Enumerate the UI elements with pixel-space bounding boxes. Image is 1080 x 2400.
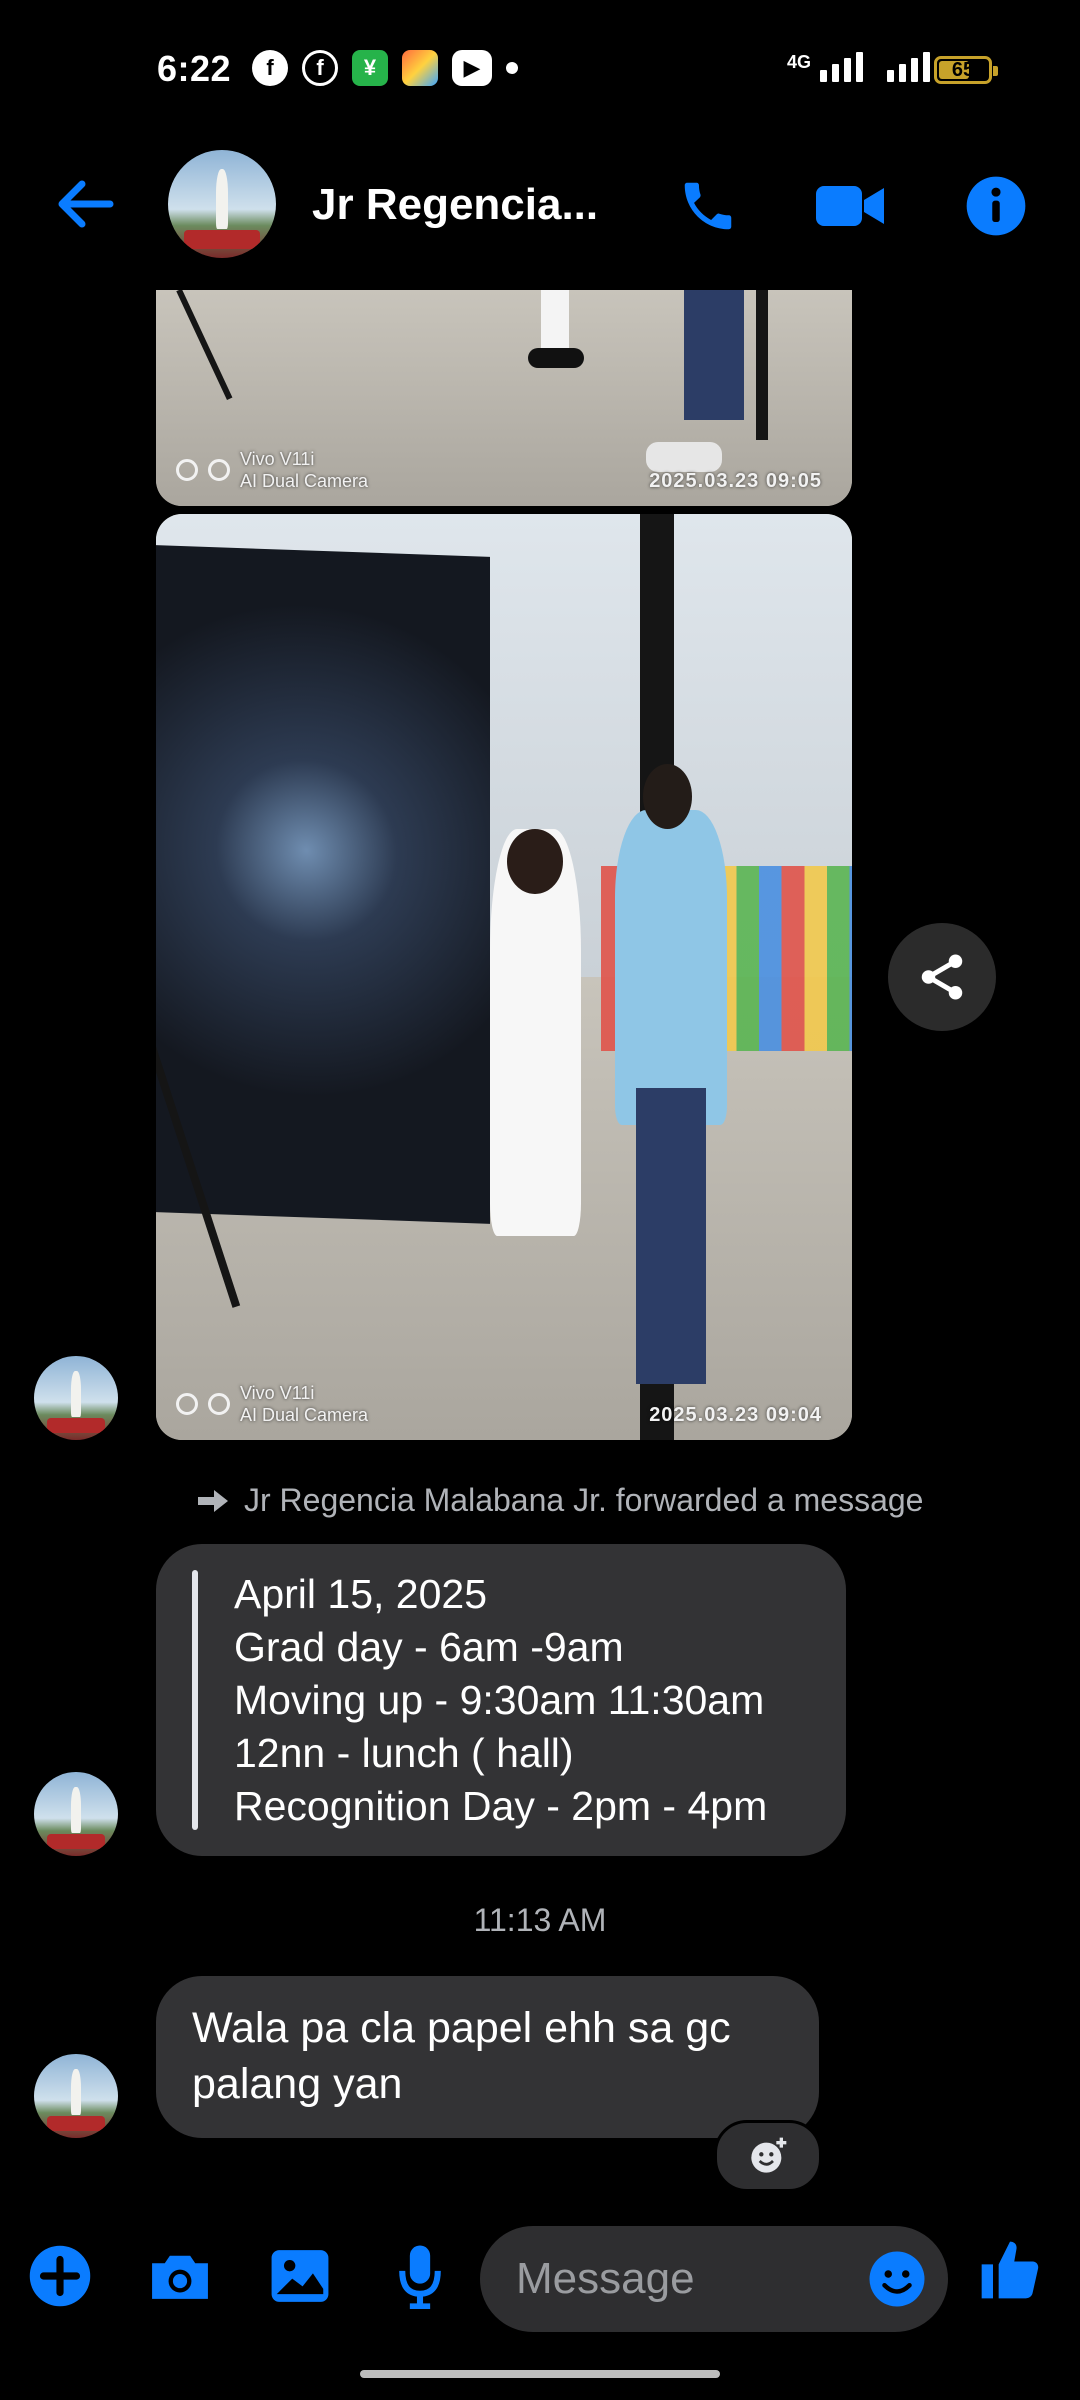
forwarded-line: Recognition Day - 2pm - 4pm bbox=[234, 1783, 768, 1829]
camera-button[interactable] bbox=[144, 2240, 216, 2312]
info-icon bbox=[966, 176, 1026, 236]
photo-2-camera-type: AI Dual Camera bbox=[240, 1405, 369, 1425]
battery-indicator: 65 bbox=[934, 56, 998, 84]
gallery-button[interactable] bbox=[264, 2240, 336, 2312]
video-call-button[interactable] bbox=[812, 168, 888, 244]
youtube-icon: ▶ bbox=[452, 50, 492, 86]
thumbs-up-icon bbox=[981, 2241, 1039, 2299]
add-reaction-button[interactable] bbox=[714, 2120, 822, 2192]
photo-message-1[interactable]: Vivo V11i AI Dual Camera 2025.03.23 09:05 bbox=[156, 290, 852, 506]
photo-2-camera-watermark: Vivo V11i AI Dual Camera bbox=[176, 1382, 368, 1426]
forwarded-line: 12nn - lunch ( hall) bbox=[234, 1730, 574, 1776]
network-indicator: 4G bbox=[787, 52, 930, 82]
conversation-title[interactable]: Jr Regencia... bbox=[312, 180, 598, 230]
photo-message-2[interactable]: Vivo V11i AI Dual Camera 2025.03.23 09:04 bbox=[156, 514, 852, 1440]
more-notifications-dot bbox=[506, 62, 518, 74]
plus-icon bbox=[29, 2245, 91, 2307]
message-input[interactable]: Message bbox=[480, 2226, 948, 2332]
photo-1-camera-model: Vivo V11i bbox=[240, 449, 315, 469]
camera-icon bbox=[152, 2255, 208, 2299]
forwarded-note: Jr Regencia Malabana Jr. forwarded a mes… bbox=[196, 1482, 923, 1519]
add-emoji-icon bbox=[751, 2137, 787, 2173]
message-input-placeholder: Message bbox=[516, 2254, 695, 2303]
back-arrow-icon bbox=[58, 180, 114, 228]
microphone-icon bbox=[399, 2245, 441, 2309]
photo-1-datetime: 2025.03.23 09:05 bbox=[649, 470, 822, 492]
photo-2-datetime: 2025.03.23 09:04 bbox=[649, 1404, 822, 1426]
share-button[interactable] bbox=[888, 923, 996, 1031]
header-avatar[interactable] bbox=[168, 150, 276, 258]
photo-1-camera-type: AI Dual Camera bbox=[240, 471, 369, 491]
home-indicator[interactable] bbox=[360, 2370, 720, 2378]
shopping-app-icon: ¥ bbox=[352, 50, 388, 86]
forwarded-line: Grad day - 6am -9am bbox=[234, 1624, 624, 1670]
photo-2-camera-model: Vivo V11i bbox=[240, 1383, 315, 1403]
sender-avatar-2[interactable] bbox=[34, 1772, 118, 1856]
smiley-icon bbox=[869, 2251, 925, 2307]
facebook-icon: f bbox=[252, 50, 288, 86]
notification-icons: f f ¥ ▶ bbox=[252, 50, 518, 86]
message-text: Wala pa cla papel ehh sa gc palang yan bbox=[192, 2004, 731, 2108]
video-camera-icon bbox=[816, 186, 884, 226]
conversation-info-button[interactable] bbox=[956, 166, 1036, 246]
voice-call-button[interactable] bbox=[670, 168, 746, 244]
voice-message-button[interactable] bbox=[384, 2240, 456, 2312]
status-time: 6:22 bbox=[157, 48, 232, 89]
emoji-button[interactable] bbox=[864, 2246, 930, 2312]
sender-avatar-1[interactable] bbox=[34, 1356, 118, 1440]
share-icon bbox=[921, 954, 963, 1000]
forwarded-note-text: Jr Regencia Malabana Jr. forwarded a mes… bbox=[244, 1482, 924, 1518]
like-button[interactable] bbox=[970, 2230, 1050, 2310]
forwarded-line: Moving up - 9:30am 11:30am bbox=[234, 1677, 765, 1723]
back-button[interactable] bbox=[46, 166, 122, 242]
gallery-app-icon bbox=[402, 50, 438, 86]
battery-percent: 65 bbox=[951, 58, 975, 81]
network-type-label: 4G bbox=[786, 52, 811, 72]
forwarded-message-bubble[interactable]: April 15, 2025 Grad day - 6am -9am Movin… bbox=[156, 1544, 846, 1856]
sender-avatar-3[interactable] bbox=[34, 2054, 118, 2138]
text-message-bubble[interactable]: Wala pa cla papel ehh sa gc palang yan bbox=[156, 1976, 819, 2138]
photo-1-camera-watermark: Vivo V11i AI Dual Camera bbox=[176, 448, 368, 492]
forwarded-line: April 15, 2025 bbox=[234, 1571, 488, 1617]
image-icon bbox=[271, 2250, 329, 2302]
phone-icon bbox=[684, 182, 732, 230]
message-timestamp: 11:13 AM bbox=[473, 1902, 607, 1938]
forward-arrow-icon bbox=[198, 1489, 228, 1512]
facebook-lite-icon: f bbox=[302, 50, 338, 86]
more-actions-button[interactable] bbox=[24, 2240, 96, 2312]
